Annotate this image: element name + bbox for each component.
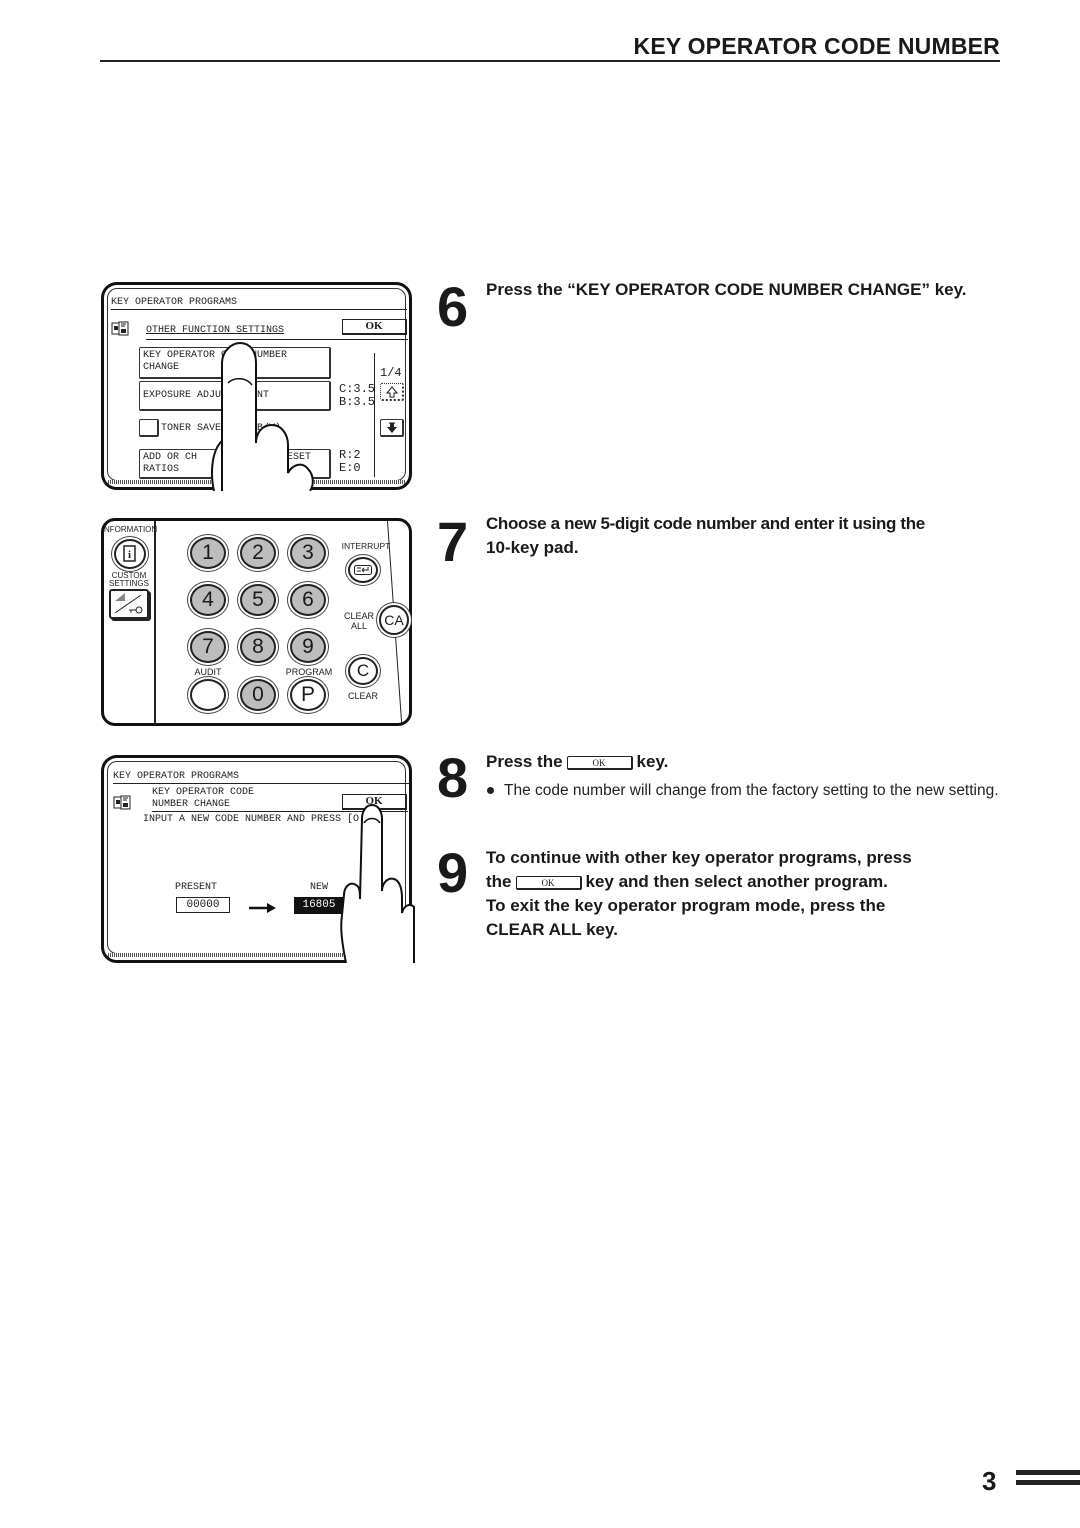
key-9[interactable]: 9: [290, 631, 326, 663]
new-label: NEW: [310, 882, 329, 893]
inline-ok-key-icon: OK: [566, 755, 633, 770]
program-button[interactable]: P: [290, 679, 326, 711]
step-6-text: Press the “KEY OPERATOR CODE NUMBER CHAN…: [486, 280, 967, 299]
scroll-divider: [374, 353, 375, 477]
step-9-line-2-before: the: [486, 872, 512, 891]
lcd-screen-key-operator-programs: KEY OPERATOR PROGRAMS OTHER FUNCTION SET…: [101, 282, 412, 491]
page-header-title: KEY OPERATOR CODE NUMBER: [633, 33, 1000, 59]
interrupt-button[interactable]: [348, 557, 378, 583]
page-number: 3: [982, 1466, 997, 1496]
present-label: PRESENT: [175, 882, 218, 893]
step-number-9: 9: [437, 841, 469, 904]
step-number-7: 7: [437, 510, 469, 573]
custom-settings-button[interactable]: [109, 589, 149, 619]
key-5[interactable]: 5: [240, 584, 276, 616]
key-4[interactable]: 4: [190, 584, 226, 616]
step-7-line-2: 10-key pad.: [486, 538, 579, 557]
inline-ok-key-icon: OK: [515, 875, 582, 890]
key-7[interactable]: 7: [190, 631, 226, 663]
step-9-text: To continue with other key operator prog…: [486, 846, 1000, 942]
left-panel-divider: [154, 521, 156, 723]
step-7-text: Choose a new 5-digit code number and ent…: [486, 512, 1001, 560]
arrow-up-icon[interactable]: [380, 383, 404, 401]
step-9-line-3: To exit the key operator program mode, p…: [486, 896, 886, 915]
lcd-section-title: KEY OPERATOR CODE NUMBER CHANGE: [152, 787, 255, 810]
clear-label: CLEAR: [347, 691, 378, 701]
program-label: PROGRAM: [285, 667, 333, 677]
clear-button[interactable]: C: [348, 657, 378, 685]
present-code-field: 00000: [176, 897, 230, 913]
clear-all-label: CLEAR ALL: [343, 611, 374, 631]
step-8-bullet-text: The code number will change from the fac…: [504, 782, 999, 799]
step-8-text-before: Press the: [486, 752, 563, 771]
pointing-hand-icon: [211, 341, 314, 491]
lcd-screen-code-number-change: KEY OPERATOR PROGRAMS KEY OPERATOR CODE …: [101, 755, 415, 963]
step-9-line-4: CLEAR ALL key.: [486, 920, 618, 939]
page-indicator: 1/4: [380, 366, 402, 380]
key-0[interactable]: 0: [240, 679, 276, 711]
interrupt-label: INTERRUPT: [341, 541, 391, 551]
toner-save-checkbox[interactable]: [139, 419, 159, 437]
svg-text:i: i: [128, 549, 131, 561]
information-button[interactable]: i: [114, 539, 146, 569]
ratios-value: R:2 E:0: [339, 448, 361, 475]
information-label: NFORMATION: [104, 525, 158, 534]
audit-label: AUDIT: [194, 667, 222, 677]
page-number-bars: [1016, 1470, 1080, 1490]
document-copy-icon: [113, 795, 131, 816]
step-number-8: 8: [437, 746, 469, 809]
step-9-line-2-after: key and then select another program.: [585, 872, 888, 891]
lcd-title: KEY OPERATOR PROGRAMS: [111, 297, 407, 310]
step-number-6: 6: [437, 275, 469, 338]
arrow-right-icon: [249, 900, 277, 918]
step-9-line-1: To continue with other key operator prog…: [486, 848, 912, 867]
key-8[interactable]: 8: [240, 631, 276, 663]
instruction-text: INPUT A NEW CODE NUMBER AND PRESS [O: [143, 814, 360, 825]
audit-button[interactable]: [190, 679, 226, 711]
step-8-bullet: The code number will change from the fac…: [486, 780, 1001, 802]
key-6[interactable]: 6: [290, 584, 326, 616]
ok-button[interactable]: OK: [342, 319, 407, 335]
step-9-line-2: the OK key and then select another program…: [486, 870, 1000, 894]
custom-settings-label: CUSTOM SETTINGS: [108, 571, 149, 588]
header-rule: [100, 60, 1000, 62]
document-copy-icon: [111, 321, 129, 342]
step-8-text-after: key.: [636, 752, 669, 771]
operation-panel-keypad: NFORMATION i CUSTOM SETTINGS 1 2 3 4 5 6…: [101, 518, 412, 726]
key-1[interactable]: 1: [190, 537, 226, 569]
step-8-text: Press the OK key.: [486, 750, 1001, 774]
key-2[interactable]: 2: [240, 537, 276, 569]
exposure-value: C:3.5 B:3.5: [339, 382, 376, 409]
clear-all-button[interactable]: CA: [379, 605, 409, 635]
lcd-title: KEY OPERATOR PROGRAMS: [113, 771, 409, 784]
arrow-down-icon[interactable]: [380, 419, 404, 437]
bullet-icon: [487, 787, 494, 795]
key-3[interactable]: 3: [290, 537, 326, 569]
pointing-hand-icon: [340, 803, 415, 963]
step-7-line-1: Choose a new 5-digit code number and ent…: [486, 514, 925, 533]
